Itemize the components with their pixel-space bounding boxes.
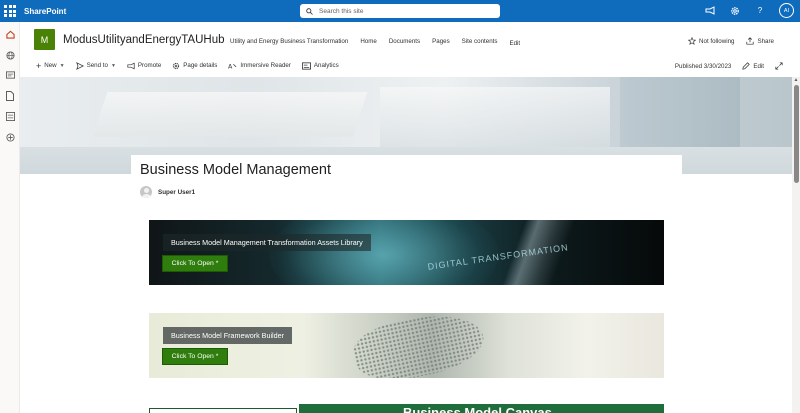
analytics-button[interactable]: Analytics (301, 61, 339, 70)
pencil-icon (742, 62, 751, 70)
command-bar: + New ▼ Send to ▼ Promote Page details A… (20, 57, 800, 74)
send-to-button[interactable]: Send to ▼ (75, 61, 116, 70)
list-icon[interactable] (5, 111, 15, 121)
tile-title: Business Model Framework Builder (163, 327, 293, 344)
app-name[interactable]: SharePoint (24, 7, 66, 16)
search-icon (306, 7, 313, 15)
megaphone-icon (127, 62, 135, 69)
bottom-tile-left[interactable] (149, 408, 297, 413)
scroll-thumb[interactable] (793, 85, 799, 183)
tile-title: Business Model Management Transformation… (163, 234, 371, 251)
scroll-up-icon[interactable]: ▲ (794, 78, 799, 83)
plus-icon: + (36, 60, 42, 71)
new-button[interactable]: + New ▼ (36, 61, 65, 71)
svg-text:A: A (228, 63, 233, 69)
help-icon[interactable]: ? (754, 4, 766, 18)
nav-item-utility-energy[interactable]: Utility and Energy Business Transformati… (230, 38, 348, 45)
send-icon (75, 61, 84, 70)
chevron-down-icon: ▼ (110, 62, 116, 69)
hero-tile-framework-builder[interactable]: Business Model Framework Builder Click T… (149, 313, 664, 378)
promote-button[interactable]: Promote (127, 62, 161, 70)
site-navigation: Utility and Energy Business Transformati… (230, 38, 520, 47)
star-icon (688, 37, 697, 45)
bottom-tile-right[interactable]: Business Model Canvas (299, 404, 664, 413)
gear-icon (173, 62, 180, 69)
gear-icon[interactable] (729, 4, 741, 18)
share-button[interactable]: Share (746, 37, 774, 45)
author-avatar[interactable] (140, 186, 152, 198)
edit-page-button[interactable]: Edit (742, 62, 764, 70)
bottom-tile-title: Business Model Canvas (403, 405, 552, 413)
share-label: Share (757, 37, 774, 45)
app-launcher-icon[interactable] (3, 4, 17, 18)
add-icon[interactable] (5, 132, 15, 142)
hero-tile-assets-library[interactable]: DIGITAL TRANSFORMATION Business Model Ma… (149, 220, 664, 285)
expand-icon (775, 62, 783, 70)
news-icon[interactable] (5, 70, 15, 80)
follow-button[interactable]: Not following (688, 37, 734, 45)
chevron-down-icon: ▼ (59, 62, 65, 69)
nav-item-pages[interactable]: Pages (432, 38, 450, 45)
nav-item-documents[interactable]: Documents (389, 38, 420, 45)
left-rail (0, 22, 20, 413)
home-icon[interactable] (5, 29, 15, 39)
megaphone-icon[interactable] (704, 4, 716, 18)
reader-icon: A (228, 63, 237, 70)
search-input[interactable]: Search this site (300, 4, 500, 18)
page-title: Business Model Management (140, 162, 332, 178)
site-title[interactable]: ModusUtilityandEnergyTAUHub (63, 34, 225, 46)
page-details-button[interactable]: Page details (172, 62, 217, 70)
nav-item-site-contents[interactable]: Site contents (462, 38, 498, 45)
follow-label: Not following (699, 37, 735, 45)
immersive-reader-button[interactable]: A Immersive Reader (228, 62, 291, 70)
suite-bar: SharePoint Search this site ? AI (0, 0, 800, 22)
published-status: Published 3/30/2023 (674, 62, 732, 70)
globe-icon[interactable] (5, 50, 15, 60)
share-icon (746, 37, 755, 45)
document-icon[interactable] (5, 91, 15, 101)
user-avatar[interactable]: AI (779, 3, 794, 18)
expand-button[interactable] (775, 62, 783, 70)
click-to-open-button[interactable]: Click To Open * (162, 348, 228, 365)
vertical-scrollbar[interactable]: ▲ (792, 77, 800, 413)
click-to-open-button[interactable]: Click To Open * (162, 255, 228, 272)
site-logo[interactable]: M (34, 29, 55, 50)
analytics-icon (301, 61, 311, 70)
author-name[interactable]: Super User1 (158, 189, 195, 196)
nav-item-home[interactable]: Home (360, 38, 377, 45)
search-placeholder: Search this site (319, 7, 364, 15)
nav-edit-link[interactable]: Edit (509, 40, 520, 47)
